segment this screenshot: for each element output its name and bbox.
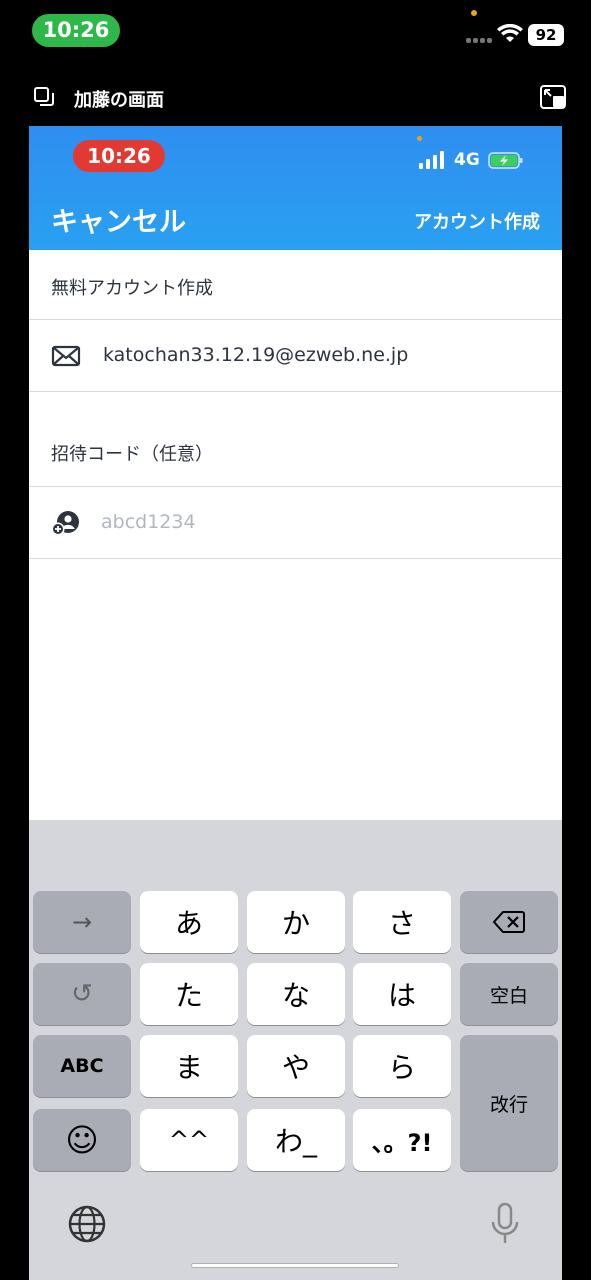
mail-icon (51, 345, 81, 367)
kana-key-ya[interactable]: や (247, 1035, 345, 1097)
return-key[interactable]: 改行 (460, 1035, 558, 1171)
kana-key-ha[interactable]: は (353, 963, 451, 1025)
screen-share-title: 加藤の画面 (74, 90, 164, 111)
kana-key-na[interactable]: な (247, 963, 345, 1025)
space-key[interactable]: 空白 (460, 963, 558, 1025)
kana-key-ta[interactable]: た (140, 963, 238, 1025)
wifi-icon (497, 24, 523, 42)
kana-key-a[interactable]: あ (140, 891, 238, 953)
email-field[interactable]: katochan33.12.19@ezweb.ne.jp (103, 344, 408, 366)
inner-header: 10:26 4G キャンセル アカウント作成 (29, 126, 562, 250)
kana-key-kaomoji[interactable]: ^^ (140, 1109, 238, 1171)
japanese-kana-keyboard: → あ か さ ↺ た な は 空白 ABC ま や ら 改行 ☺ ^^ わ_ … (29, 820, 562, 1280)
next-candidate-key[interactable]: → (33, 891, 131, 953)
outer-status-bar: 10:26 92 (0, 0, 591, 62)
invite-code-label: 招待コード（任意） (51, 444, 213, 465)
inner-privacy-dot (417, 136, 422, 141)
inner-network-type: 4G (454, 150, 480, 170)
outer-time[interactable]: 10:26 (32, 14, 120, 47)
user-add-icon (51, 511, 79, 536)
invite-code-input[interactable] (101, 511, 501, 533)
screen-share-icon (34, 87, 54, 106)
email-row[interactable]: katochan33.12.19@ezweb.ne.jp (29, 320, 562, 392)
section-title: 無料アカウント作成 (51, 278, 213, 299)
section-header-row: 無料アカウント作成 (29, 250, 562, 320)
privacy-indicator-dot (471, 10, 477, 16)
backspace-key[interactable] (460, 891, 558, 953)
microphone-icon[interactable] (490, 1202, 520, 1246)
invite-header-row: 招待コード（任意） (29, 392, 562, 487)
abc-key[interactable]: ABC (33, 1035, 131, 1097)
inner-time: 10:26 (73, 140, 165, 172)
kana-key-ra[interactable]: ら (353, 1035, 451, 1097)
globe-icon[interactable] (67, 1204, 107, 1244)
create-account-button[interactable]: アカウント作成 (414, 208, 540, 234)
battery-level: 92 (528, 24, 564, 46)
kana-key-sa[interactable]: さ (353, 891, 451, 953)
undo-key[interactable]: ↺ (33, 963, 131, 1025)
kana-key-wa[interactable]: わ_ (247, 1109, 345, 1171)
home-indicator[interactable] (191, 1263, 399, 1268)
emoji-key[interactable]: ☺ (33, 1109, 131, 1171)
cellular-signal-icon (466, 38, 492, 44)
cancel-button[interactable]: キャンセル (51, 200, 186, 239)
backspace-icon (493, 911, 525, 933)
inner-signal-icon (419, 151, 444, 169)
screen-share-header: 加藤の画面 (0, 78, 591, 118)
invite-code-row[interactable] (29, 487, 562, 559)
picture-in-picture-icon[interactable] (540, 85, 566, 109)
shared-screen: 10:26 4G キャンセル アカウント作成 無料アカウント作成 katocha… (29, 126, 562, 1280)
inner-battery-charging-icon (488, 152, 523, 169)
punctuation-key[interactable]: 、。?! (353, 1109, 451, 1171)
kana-key-ka[interactable]: か (247, 891, 345, 953)
kana-key-ma[interactable]: ま (140, 1035, 238, 1097)
